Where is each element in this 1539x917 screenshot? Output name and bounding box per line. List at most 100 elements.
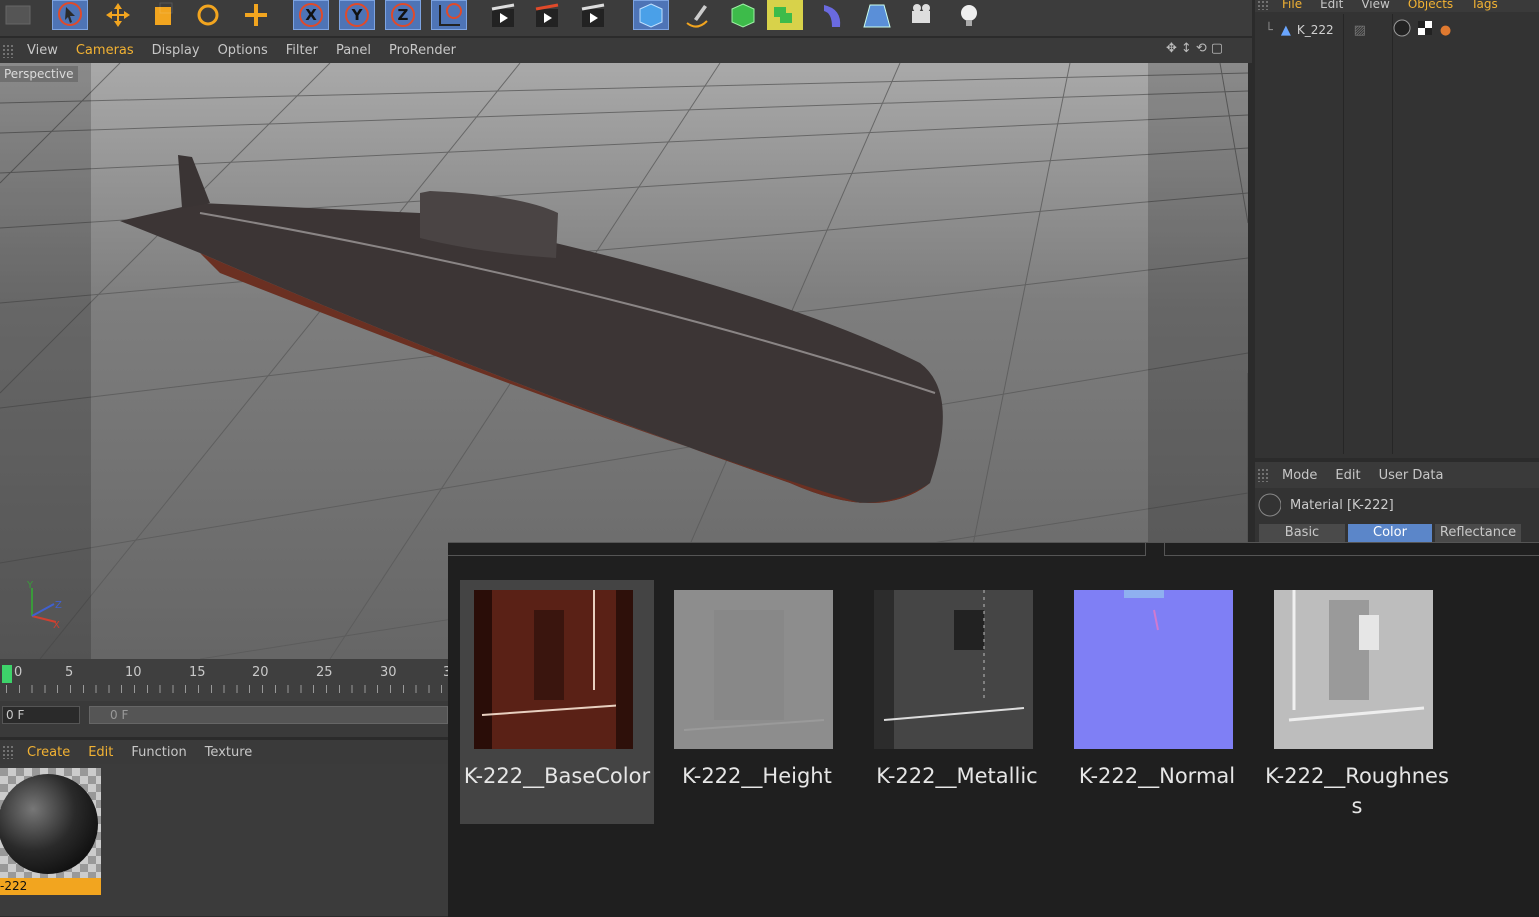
array-icon[interactable] bbox=[767, 0, 803, 30]
menu-view[interactable]: View bbox=[18, 43, 67, 58]
svg-text:Y: Y bbox=[351, 6, 364, 24]
playhead[interactable] bbox=[2, 665, 12, 683]
tick-label: 10 bbox=[125, 665, 142, 680]
texture-tag-icon[interactable] bbox=[1416, 19, 1434, 41]
normal-thumbnail bbox=[1074, 590, 1233, 749]
camera-icon[interactable] bbox=[905, 0, 941, 30]
tick-label: 25 bbox=[316, 665, 333, 680]
timeline[interactable]: 0 5 10 15 20 25 30 3 bbox=[0, 659, 451, 701]
material-manager-menu: Create Edit Function Texture bbox=[0, 740, 448, 764]
world-coords-icon[interactable] bbox=[431, 0, 467, 30]
material-name[interactable]: -222 bbox=[0, 878, 101, 895]
subdivision-icon[interactable] bbox=[725, 0, 761, 30]
menu-user-data[interactable]: User Data bbox=[1370, 468, 1453, 483]
pan-icon[interactable]: ✥ bbox=[1166, 41, 1177, 56]
svg-text:X: X bbox=[53, 620, 60, 628]
current-frame-field[interactable]: 0 F bbox=[2, 706, 80, 724]
material-preview bbox=[0, 768, 101, 878]
material-manager: -222 bbox=[0, 764, 448, 916]
menu-options[interactable]: Options bbox=[209, 43, 277, 58]
move-icon[interactable] bbox=[100, 0, 136, 30]
material-icon bbox=[1258, 493, 1281, 517]
tick-ruler bbox=[6, 685, 448, 693]
menu-texture[interactable]: Texture bbox=[196, 745, 262, 760]
texture-tile-normal[interactable]: K-222__Normal bbox=[1060, 580, 1254, 824]
svg-text:X: X bbox=[305, 6, 317, 24]
menu-create[interactable]: Create bbox=[18, 745, 79, 760]
floor-icon[interactable] bbox=[859, 0, 895, 30]
render-view-icon[interactable] bbox=[485, 0, 521, 30]
y-axis-icon[interactable]: Y bbox=[339, 0, 375, 30]
menu-edit[interactable]: Edit bbox=[1311, 0, 1352, 10]
tab-basic[interactable]: Basic bbox=[1259, 524, 1345, 542]
safe-frame-left bbox=[0, 63, 91, 659]
svg-text:Y: Y bbox=[26, 580, 34, 591]
axis-gizmo-icon: Y X Z bbox=[26, 580, 62, 628]
material-swatch[interactable]: -222 bbox=[0, 768, 101, 895]
svg-text:Z: Z bbox=[55, 600, 62, 611]
x-axis-icon[interactable]: X bbox=[293, 0, 329, 30]
menu-display[interactable]: Display bbox=[143, 43, 209, 58]
menu-cameras[interactable]: Cameras bbox=[67, 43, 143, 58]
grip-icon[interactable] bbox=[2, 745, 14, 759]
frame-range-slider[interactable]: 0 F bbox=[89, 706, 448, 724]
texture-label: K-222__Normal bbox=[1078, 764, 1236, 788]
texture-label: K-222__BaseColor bbox=[463, 764, 651, 788]
object-row[interactable]: └ ▲ K_222 ▨ ● bbox=[1255, 18, 1539, 42]
texture-label: K-222__Roughness bbox=[1265, 764, 1449, 818]
pen-icon[interactable] bbox=[679, 0, 715, 30]
texture-tile-basecolor[interactable]: K-222__BaseColor bbox=[460, 580, 654, 824]
texture-picker-popup: K-222__BaseColor K-222__Height K-222__Me… bbox=[448, 542, 1539, 917]
undo-icon[interactable] bbox=[0, 0, 36, 30]
select-arrow-icon[interactable] bbox=[52, 0, 88, 30]
roughness-thumbnail bbox=[1274, 590, 1433, 749]
grip-icon[interactable] bbox=[2, 43, 14, 58]
attribute-manager: Mode Edit User Data Material [K-222] Bas… bbox=[1255, 462, 1539, 544]
maximize-icon[interactable]: ▢ bbox=[1211, 41, 1223, 56]
menu-function[interactable]: Function bbox=[122, 745, 195, 760]
scale-icon[interactable] bbox=[146, 0, 182, 30]
menu-objects[interactable]: Objects bbox=[1399, 0, 1462, 10]
phong-tag-icon[interactable]: ● bbox=[1440, 23, 1451, 38]
texture-tile-height[interactable]: K-222__Height bbox=[660, 580, 854, 824]
dolly-icon[interactable]: ↕ bbox=[1181, 41, 1192, 56]
tick-label: 30 bbox=[380, 665, 397, 680]
attribute-title: Material [K-222] bbox=[1290, 497, 1394, 513]
menu-mode[interactable]: Mode bbox=[1273, 468, 1326, 483]
texture-tile-metallic[interactable]: K-222__Metallic bbox=[860, 580, 1054, 824]
rotate-icon[interactable] bbox=[190, 0, 226, 30]
menu-panel[interactable]: Panel bbox=[327, 43, 380, 58]
metallic-thumbnail bbox=[874, 590, 1033, 749]
menu-edit[interactable]: Edit bbox=[1326, 468, 1369, 483]
frame-bar: 0 F 0 F bbox=[0, 701, 448, 737]
viewport-menu-bar: View Cameras Display Options Filter Pane… bbox=[0, 38, 1252, 63]
svg-text:Z: Z bbox=[398, 6, 409, 24]
texture-tile-roughness[interactable]: K-222__Roughness bbox=[1260, 580, 1454, 824]
grip-icon[interactable] bbox=[1257, 0, 1269, 10]
light-icon[interactable] bbox=[951, 0, 987, 30]
menu-edit[interactable]: Edit bbox=[79, 745, 122, 760]
visibility-icon[interactable]: ▨ bbox=[1354, 23, 1366, 38]
orbit-icon[interactable]: ⟲ bbox=[1196, 41, 1207, 56]
menu-view[interactable]: View bbox=[1352, 0, 1398, 10]
menu-prorender[interactable]: ProRender bbox=[380, 43, 465, 58]
menu-tags[interactable]: Tags bbox=[1462, 0, 1507, 10]
cube-icon[interactable] bbox=[633, 0, 669, 30]
basecolor-thumbnail bbox=[474, 590, 633, 749]
tab-reflectance[interactable]: Reflectance bbox=[1435, 524, 1521, 542]
polygon-object-icon: ▲ bbox=[1280, 22, 1291, 38]
tab-color[interactable]: Color bbox=[1348, 524, 1432, 542]
grip-icon[interactable] bbox=[1257, 468, 1269, 482]
render-picture-icon[interactable] bbox=[529, 0, 565, 30]
material-tag-icon[interactable] bbox=[1392, 18, 1412, 42]
object-name[interactable]: K_222 bbox=[1297, 23, 1334, 37]
z-axis-icon[interactable]: Z bbox=[385, 0, 421, 30]
viewport-label: Perspective bbox=[0, 66, 78, 82]
menu-filter[interactable]: Filter bbox=[277, 43, 327, 58]
deformer-icon[interactable] bbox=[815, 0, 851, 30]
height-thumbnail bbox=[674, 590, 833, 749]
transform-icon[interactable] bbox=[238, 0, 274, 30]
render-settings-icon[interactable] bbox=[575, 0, 611, 30]
menu-file[interactable]: File bbox=[1273, 0, 1311, 10]
texture-label: K-222__Metallic bbox=[876, 764, 1038, 788]
